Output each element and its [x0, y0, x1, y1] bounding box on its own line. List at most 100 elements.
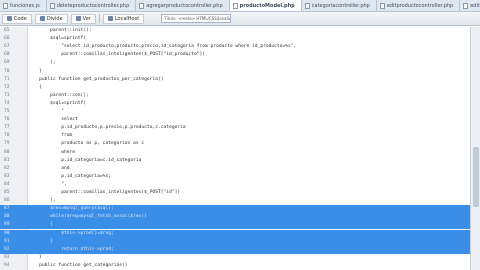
line-code: producto as p, categorias as c	[28, 141, 145, 147]
line-code: "	[28, 109, 64, 114]
code-line: 78 from	[0, 132, 470, 140]
line-number: 87	[0, 205, 28, 214]
file-tab-label: funciones.js	[10, 3, 40, 9]
line-code: public function get_productos_por_catego…	[28, 76, 164, 82]
file-tab-label: agregarproductocontroller.php	[146, 3, 223, 9]
line-number: 94	[4, 262, 10, 268]
code-line: 93 }	[0, 254, 470, 262]
line-number: 89	[0, 221, 28, 230]
line-number: 66	[4, 36, 10, 42]
line-number: 81	[4, 157, 10, 163]
code-line: 88 while($reg=mysql_fetch_assoc($res))	[0, 213, 470, 222]
line-number: 90	[0, 229, 28, 238]
line-number: 84	[4, 181, 10, 187]
line-code: $res=mysql_query($sql);	[28, 205, 470, 214]
file-icon	[304, 3, 310, 9]
code-line: 89 {	[0, 221, 470, 230]
code-line: 86 );	[0, 197, 470, 205]
code-line: 79 producto as p, categorias as c	[0, 140, 470, 148]
line-number: 88	[0, 213, 28, 222]
file-tab[interactable]: editproductocontroller.php	[377, 0, 461, 11]
line-number: 68	[4, 52, 10, 58]
file-tab[interactable]: editproductos.phtml	[460, 0, 480, 11]
file-icon	[139, 3, 145, 9]
code-line: 68 parent::comillas_inteligentes($_POST[…	[0, 51, 470, 59]
code-line: 91 }	[0, 237, 470, 246]
line-number: 80	[4, 149, 10, 155]
line-code: parent::con();	[28, 92, 89, 98]
line-number: 79	[4, 141, 10, 147]
code-line: 69 );	[0, 59, 470, 67]
globe-icon	[107, 16, 113, 21]
file-icon	[379, 3, 385, 9]
line-number: 75	[4, 109, 10, 114]
line-code: parent::comillas_inteligentes($_POST["id…	[28, 52, 206, 58]
line-code: while($reg=mysql_fetch_assoc($res))	[28, 213, 470, 222]
line-code: p.id_categoria=%s;	[28, 173, 111, 179]
line-number: 70	[4, 68, 10, 74]
split-view-button[interactable]: Divide	[34, 13, 68, 24]
document-title-field[interactable]: Título: <meta> HTML/CSS/JavaScript	[161, 14, 232, 23]
file-icon	[463, 3, 469, 9]
file-tab-strip: funciones.js deleteproductocontroller.php…	[0, 0, 480, 12]
design-view-button[interactable]: Ver	[70, 13, 96, 24]
file-tab-label: categoriacontroller.php	[311, 3, 370, 9]
line-code: from	[28, 133, 73, 139]
code-line: 76 select	[0, 116, 470, 124]
line-code: select	[28, 117, 78, 123]
code-line: 83 p.id_categoria=%s;	[0, 173, 470, 181]
code-line: 80 where	[0, 149, 470, 157]
line-number: 74	[4, 100, 10, 106]
line-number: 69	[4, 60, 10, 66]
code-line: 66 $sql=sprintf(	[0, 35, 470, 43]
file-tab[interactable]: categoriacontroller.php	[302, 0, 377, 11]
code-editor[interactable]: 65 parent::init(); 66 $sql=sprintf(67 "se…	[0, 27, 470, 270]
line-code: $this->prod[]=$reg;	[28, 229, 470, 238]
line-code: parent::comillas_inteligentes($_POST["id…	[28, 190, 181, 195]
file-tab[interactable]: deleteproductocontroller.php	[47, 0, 137, 11]
code-line: 74 $sql=sprintf(	[0, 100, 470, 108]
line-code: p.id_producto,p.precio,p.producto,c.cate…	[28, 125, 186, 131]
code-line: 84 ",	[0, 181, 470, 189]
line-code: }	[28, 68, 42, 74]
line-code: return $this->prod;	[28, 245, 470, 254]
code-line: 71 public function get_productos_por_cat…	[0, 76, 470, 84]
scrollbar-thumb[interactable]	[473, 147, 479, 207]
file-tab[interactable]: agregarproductocontroller.php	[136, 0, 230, 11]
line-code: }	[28, 237, 470, 246]
line-code: "select id_producto,producto,precio,id_c…	[28, 44, 297, 50]
line-code: $sql=sprintf(	[28, 100, 87, 106]
file-tab-label: productoModel.php	[239, 3, 295, 9]
line-number: 65	[4, 28, 10, 33]
line-code: and	[28, 165, 70, 171]
live-view-label: LocalHost	[114, 15, 140, 22]
line-number: 67	[4, 44, 10, 50]
line-number: 86	[4, 198, 10, 204]
file-tab[interactable]: productoModel.php	[229, 0, 302, 11]
line-code: {	[28, 221, 470, 230]
line-code: $sql=sprintf(	[28, 36, 87, 42]
file-icon	[49, 3, 55, 9]
vertical-scrollbar[interactable]	[470, 27, 480, 270]
code-line: 67 "select id_producto,producto,precio,i…	[0, 43, 470, 51]
code-line: 73 parent::con();	[0, 92, 470, 100]
file-tab-label: editproductocontroller.php	[386, 3, 454, 9]
file-tab-label: editproductos.phtml	[470, 3, 480, 9]
code-line: 70 }	[0, 68, 470, 76]
split-view-label: Divide	[46, 15, 63, 22]
code-line: 75 "	[0, 108, 470, 116]
line-number: 91	[0, 237, 28, 246]
code-line: 92 return $this->prod;	[0, 245, 470, 254]
line-code: ",	[28, 181, 67, 187]
code-line: 65 parent::init();	[0, 27, 470, 35]
file-tab[interactable]: funciones.js	[0, 0, 47, 11]
code-line: 94 public function get_categorias()	[0, 262, 470, 270]
code-view-button[interactable]: Code	[2, 13, 32, 24]
code-icon	[7, 16, 12, 21]
code-line: 85 parent::comillas_inteligentes($_POST[…	[0, 189, 470, 197]
code-line: 90 $this->prod[]=$reg;	[0, 229, 470, 238]
live-view-button[interactable]: LocalHost	[102, 13, 145, 24]
file-tab-label: deleteproductocontroller.php	[56, 3, 130, 9]
code-line: 77 p.id_producto,p.precio,p.producto,c.c…	[0, 124, 470, 132]
line-number: 83	[4, 173, 10, 179]
